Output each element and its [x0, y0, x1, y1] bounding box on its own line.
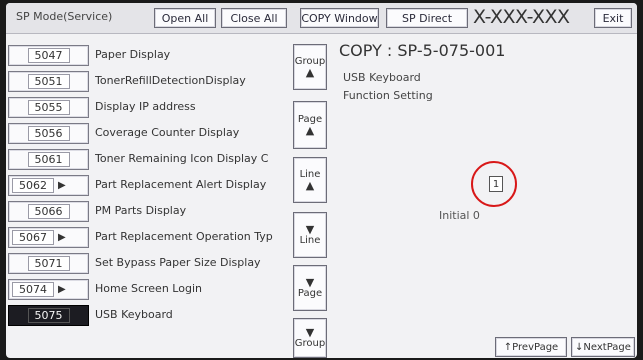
sp-code-button[interactable]: 5062 ▶ — [8, 175, 89, 196]
sp-list-item-5075[interactable]: 5075 USB Keyboard — [8, 304, 290, 330]
sp-item-label: Coverage Counter Display — [95, 126, 240, 139]
sp-list-item-5062[interactable]: 5062 ▶ Part Replacement Alert Display — [8, 174, 290, 200]
sp-item-label: USB Keyboard — [95, 308, 173, 321]
down-arrow-icon: ▼ — [305, 223, 315, 236]
sp-code-button[interactable]: 5055 — [8, 97, 89, 118]
up-arrow-icon: ▲ — [305, 179, 315, 192]
sp-code-button[interactable]: 5071 — [8, 253, 89, 274]
sp-item-label: Display IP address — [95, 100, 196, 113]
mode-label: SP Mode(Service) — [16, 10, 113, 23]
sp-item-label: Set Bypass Paper Size Display — [95, 256, 261, 269]
sp-list-item-5051[interactable]: 5051 TonerRefillDetectionDisplay — [8, 70, 290, 96]
submenu-arrow-icon: ▶ — [58, 180, 66, 191]
sp-code-button[interactable]: 5056 — [8, 123, 89, 144]
copy-window-button[interactable]: COPY Window — [300, 8, 379, 28]
group-up-button[interactable]: Group ▲ — [293, 44, 327, 90]
submenu-arrow-icon: ▶ — [58, 284, 66, 295]
sp-code-button[interactable]: 5075 — [8, 305, 89, 326]
sp-item-label: TonerRefillDetectionDisplay — [95, 74, 246, 87]
sp-item-label: Part Replacement Alert Display — [95, 178, 267, 191]
sp-code: 5075 — [27, 308, 70, 323]
sp-list-item-5074[interactable]: 5074 ▶ Home Screen Login — [8, 278, 290, 304]
sp-item-label: Home Screen Login — [95, 282, 202, 295]
sp-item-label: Paper Display — [95, 48, 171, 61]
sp-code-button[interactable]: 5067 ▶ — [8, 227, 89, 248]
sp-item-label: PM Parts Display — [95, 204, 187, 217]
page-down-button[interactable]: ▼ Page — [293, 265, 327, 311]
sp-code: 5055 — [27, 100, 70, 115]
top-bar: SP Mode(Service) Open All Close All COPY… — [6, 3, 637, 34]
prev-page-button[interactable]: ↑PrevPage — [495, 337, 567, 357]
open-all-button[interactable]: Open All — [154, 8, 216, 28]
sp-code: 5071 — [27, 256, 70, 271]
sp-code-button[interactable]: 5061 — [8, 149, 89, 170]
sp-item-label: Part Replacement Operation Typ — [95, 230, 273, 243]
group-down-label: Group — [294, 338, 326, 349]
model-code: X-XXX-XXX — [473, 6, 570, 28]
sp-list-item-5055[interactable]: 5055 Display IP address — [8, 96, 290, 122]
up-arrow-icon: ▲ — [305, 124, 315, 137]
sp-code-button[interactable]: 5051 — [8, 71, 89, 92]
sp-code: 5067 — [12, 230, 54, 245]
line-down-button[interactable]: ▼ Line — [293, 212, 327, 258]
down-arrow-icon: ▼ — [305, 276, 315, 289]
initial-value-label: Initial 0 — [439, 209, 480, 222]
sp-subtitle: USB Keyboard — [343, 71, 421, 84]
sp-code: 5074 — [12, 282, 54, 297]
group-down-button[interactable]: ▼ Group — [293, 318, 327, 358]
sp-code: 5061 — [27, 152, 70, 167]
page-down-label: Page — [297, 288, 323, 299]
sp-detail-panel: COPY : SP-5-075-001 USB Keyboard Functio… — [331, 35, 637, 358]
sp-list-item-5066[interactable]: 5066 PM Parts Display — [8, 200, 290, 226]
sp-list-item-5056[interactable]: 5056 Coverage Counter Display — [8, 122, 290, 148]
submenu-arrow-icon: ▶ — [58, 232, 66, 243]
up-arrow-icon: ▲ — [305, 66, 315, 79]
sp-setting-name: Function Setting — [343, 89, 433, 102]
sp-direct-button[interactable]: SP Direct — [386, 8, 468, 28]
down-arrow-icon: ▼ — [305, 326, 315, 339]
sp-code: 5062 — [12, 178, 54, 193]
sp-code-button[interactable]: 5074 ▶ — [8, 279, 89, 300]
sp-title: COPY : SP-5-075-001 — [339, 41, 506, 60]
page-up-button[interactable]: Page ▲ — [293, 101, 327, 149]
line-up-button[interactable]: Line ▲ — [293, 157, 327, 203]
sp-list-item-5067[interactable]: 5067 ▶ Part Replacement Operation Typ — [8, 226, 290, 252]
sp-code-button[interactable]: 5066 — [8, 201, 89, 222]
sp-code: 5047 — [27, 48, 70, 63]
sp-list-item-5071[interactable]: 5071 Set Bypass Paper Size Display — [8, 252, 290, 278]
exit-button[interactable]: Exit — [594, 8, 632, 28]
highlight-circle — [471, 161, 517, 207]
sp-item-label: Toner Remaining Icon Display C — [95, 152, 269, 165]
next-page-button[interactable]: ↓NextPage — [571, 337, 635, 357]
sp-code-button[interactable]: 5047 — [8, 45, 89, 66]
sp-mode-screen: SP Mode(Service) Open All Close All COPY… — [6, 3, 637, 358]
sp-code: 5066 — [27, 204, 70, 219]
close-all-button[interactable]: Close All — [221, 8, 287, 28]
sp-list-item-5061[interactable]: 5061 Toner Remaining Icon Display C — [8, 148, 290, 174]
line-down-label: Line — [299, 235, 321, 246]
sp-list-item-5047[interactable]: 5047 Paper Display — [8, 44, 290, 70]
sp-code: 5051 — [27, 74, 70, 89]
sp-code: 5056 — [27, 126, 70, 141]
